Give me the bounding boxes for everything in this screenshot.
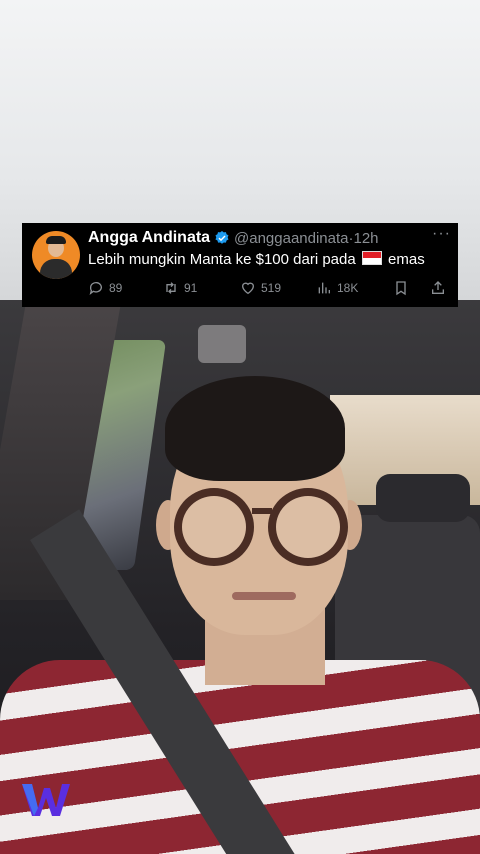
tweet-text-part1: Lebih mungkin Manta ke $100 dari pada <box>88 251 356 268</box>
post-time[interactable]: 12h <box>354 230 379 247</box>
reply-count: 89 <box>109 281 123 295</box>
mouth <box>232 592 296 600</box>
avatar[interactable] <box>32 231 80 279</box>
retweet-count: 91 <box>184 281 198 295</box>
reply-button[interactable]: 89 <box>88 279 122 297</box>
glasses-left-lens <box>174 488 254 566</box>
author-handle-line[interactable]: @anggaandinata·12h <box>234 230 379 247</box>
video-frame <box>0 0 480 854</box>
bookmark-icon <box>396 281 406 296</box>
tweet-card[interactable]: Angga Andinata @anggaandinata·12h ··· Le… <box>22 223 458 307</box>
share-button[interactable] <box>430 279 446 297</box>
verified-badge-icon <box>215 231 229 244</box>
dome-light <box>198 325 246 363</box>
w-logo-icon <box>22 784 70 816</box>
like-count: 519 <box>261 281 282 295</box>
tweet-text-part2: emas <box>388 251 425 268</box>
author-name[interactable]: Angga Andinata <box>88 229 210 247</box>
headrest <box>376 474 470 522</box>
bookmark-button[interactable] <box>393 279 409 297</box>
more-dots-icon[interactable]: ··· <box>432 225 451 243</box>
share-icon <box>432 281 444 294</box>
hair <box>165 376 345 481</box>
author-handle[interactable]: @anggaandinata <box>234 230 349 247</box>
retweet-icon <box>166 282 176 294</box>
tweet-actions: 89 91 519 18K <box>88 279 448 299</box>
views-button[interactable]: 18K <box>316 279 358 297</box>
view-count: 18K <box>337 281 359 295</box>
like-button[interactable]: 519 <box>240 279 281 297</box>
glasses-right-lens <box>268 488 348 566</box>
reply-icon <box>89 282 102 295</box>
heart-icon <box>241 282 255 295</box>
indonesia-flag-icon <box>361 251 382 265</box>
views-chart-icon <box>318 282 330 294</box>
retweet-button[interactable]: 91 <box>163 279 197 297</box>
tweet-text: Lebih mungkin Manta ke $100 dari pada em… <box>88 251 425 268</box>
glasses-bridge <box>252 508 272 514</box>
